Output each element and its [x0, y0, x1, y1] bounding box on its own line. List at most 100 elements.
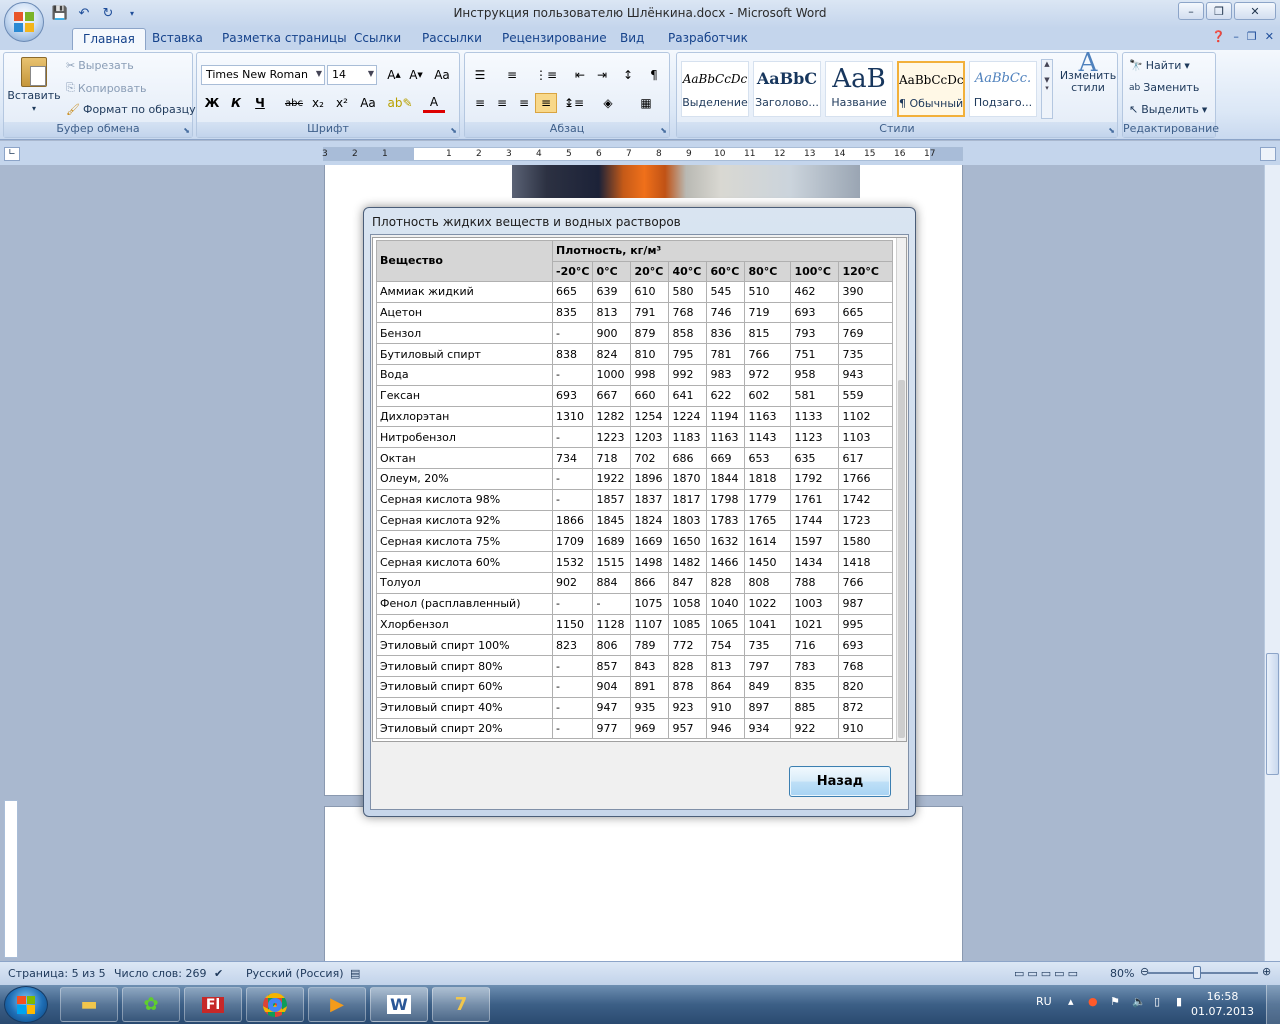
zoom-in-icon[interactable]: ⊕	[1262, 965, 1271, 978]
subscript-button[interactable]: x₂	[307, 93, 329, 113]
numbering-icon[interactable]: ≡	[501, 65, 523, 85]
clipboard-dialog-launcher-icon[interactable]: ⬊	[183, 126, 190, 135]
language-indicator[interactable]: RU	[1036, 995, 1052, 1008]
tab-mailings[interactable]: Рассылки	[422, 31, 482, 45]
increase-indent-icon[interactable]: ⇥	[591, 65, 613, 85]
network-icon[interactable]: ▯	[1154, 995, 1160, 1008]
zoom-slider[interactable]	[1148, 972, 1258, 974]
superscript-button[interactable]: x²	[331, 93, 353, 113]
sort-icon[interactable]: ↕	[617, 65, 639, 85]
word-count[interactable]: Число слов: 269	[114, 967, 207, 980]
start-button[interactable]	[4, 986, 48, 1023]
taskbar-flash[interactable]: Fl	[184, 987, 242, 1022]
pilcrow-icon[interactable]: ¶	[643, 65, 665, 85]
style-normal[interactable]: AaBbCcDc ¶ Обычный	[897, 61, 965, 117]
tab-selector[interactable]: ∟	[4, 147, 20, 161]
doc-minimize-icon[interactable]: –	[1233, 30, 1239, 43]
replace-button[interactable]: ab Заменить	[1129, 81, 1199, 94]
style-title[interactable]: AaB Название	[825, 61, 893, 117]
taskbar-media-player[interactable]: ▶	[308, 987, 366, 1022]
change-case-button[interactable]: Aa	[357, 93, 379, 113]
font-size-field[interactable]: 14 ▼	[327, 65, 377, 85]
maximize-button[interactable]: ❐	[1206, 2, 1232, 20]
document-page-next[interactable]	[324, 806, 963, 961]
horizontal-ruler[interactable]: 3 2 1 1 2 3 4 5 6 7 8 9 10 11 12 13 14 1…	[322, 147, 963, 161]
italic-button[interactable]: К	[225, 93, 247, 113]
close-button[interactable]: ✕	[1234, 2, 1276, 20]
styles-scroll[interactable]: ▲ ▼ ▾	[1041, 59, 1053, 119]
density-table-container[interactable]: Вещество Плотность, кг/м³ -20°C 0°C 20°C 40…	[372, 237, 907, 742]
copy-button[interactable]: ⎘ Копировать	[66, 81, 147, 95]
align-left-icon[interactable]: ≡	[469, 93, 491, 113]
clock[interactable]: 16:58 01.07.2013	[1191, 989, 1254, 1019]
cut-button[interactable]: ✂ Вырезать	[66, 59, 134, 72]
style-emphasis[interactable]: AaBbCcDc Выделение	[681, 61, 749, 117]
font-name-field[interactable]: Times New Roman ▼	[201, 65, 325, 85]
tab-references[interactable]: Ссылки	[354, 31, 401, 45]
help-icon[interactable]: ❓	[1212, 30, 1226, 43]
tab-view[interactable]: Вид	[620, 31, 644, 45]
paragraph-dialog-launcher-icon[interactable]: ⬊	[660, 126, 667, 135]
view-buttons-icon[interactable]: ▭▭▭▭▭	[1014, 967, 1081, 980]
underline-button[interactable]: Ч	[249, 93, 271, 113]
action-center-icon[interactable]: ⚑	[1110, 995, 1120, 1008]
style-heading[interactable]: AaBbC Заголово...	[753, 61, 821, 117]
clear-format-icon[interactable]: Aa	[431, 65, 453, 85]
shading-icon[interactable]: ◈	[597, 93, 619, 113]
font-dialog-launcher-icon[interactable]: ⬊	[450, 126, 457, 135]
doc-close-icon[interactable]: ✕	[1265, 30, 1274, 43]
bold-button[interactable]: Ж	[201, 93, 223, 113]
style-subtitle[interactable]: AaBbCc. Подзаго...	[969, 61, 1037, 117]
tab-review[interactable]: Рецензирование	[502, 31, 607, 45]
taskbar-chrome[interactable]	[246, 987, 304, 1022]
taskbar-app[interactable]: 7	[432, 987, 490, 1022]
shrink-font-icon[interactable]: A ▼	[405, 65, 427, 85]
language[interactable]: Русский (Россия)	[246, 967, 344, 980]
zoom-slider-thumb[interactable]	[1193, 966, 1201, 979]
zoom-level[interactable]: 80%	[1110, 967, 1134, 980]
paste-button[interactable]: Вставить ▾	[7, 57, 61, 113]
strikethrough-button[interactable]: abc	[283, 93, 305, 113]
font-color-icon[interactable]: A	[423, 93, 445, 113]
change-styles-button[interactable]: A Изменить стили	[1060, 50, 1116, 94]
align-center-icon[interactable]: ≡	[491, 93, 513, 113]
justify-icon[interactable]: ≡	[535, 93, 557, 113]
office-button[interactable]	[4, 2, 44, 42]
vertical-scrollbar[interactable]	[1264, 165, 1280, 961]
styles-dialog-launcher-icon[interactable]: ⬊	[1108, 126, 1115, 135]
show-desktop-button[interactable]	[1266, 985, 1280, 1024]
page-count[interactable]: Страница: 5 из 5	[8, 967, 106, 980]
decrease-indent-icon[interactable]: ⇤	[569, 65, 591, 85]
taskbar-explorer[interactable]: ▬	[60, 987, 118, 1022]
align-right-icon[interactable]: ≡	[513, 93, 535, 113]
back-button[interactable]: Назад	[789, 766, 891, 797]
tab-home[interactable]: Главная	[72, 28, 146, 50]
view-ruler-button[interactable]	[1260, 147, 1276, 161]
power-icon[interactable]: ▮	[1176, 995, 1182, 1008]
grow-font-icon[interactable]: A ▲	[383, 65, 405, 85]
bullets-icon[interactable]: ☰	[469, 65, 491, 85]
density-cell: 653	[744, 447, 792, 469]
borders-icon[interactable]: ▦	[635, 93, 657, 113]
multilevel-list-icon[interactable]: ⋮≡	[535, 65, 557, 85]
tray-app-icon[interactable]: ●	[1088, 995, 1098, 1008]
tab-developer[interactable]: Разработчик	[668, 31, 748, 45]
tab-insert[interactable]: Вставка	[152, 31, 203, 45]
scrollbar-thumb[interactable]	[1266, 653, 1279, 775]
tray-arrow-icon[interactable]: ▴	[1068, 995, 1074, 1008]
tab-page-layout[interactable]: Разметка страницы	[222, 31, 347, 45]
taskbar-icq[interactable]: ✿	[122, 987, 180, 1022]
line-spacing-icon[interactable]: ↨≡	[563, 93, 585, 113]
table-scrollbar-thumb[interactable]	[898, 380, 905, 738]
proofing-icon[interactable]: ✔	[214, 967, 223, 980]
format-painter-button[interactable]: 🖌 Формат по образцу	[66, 103, 196, 116]
minimize-button[interactable]: –	[1178, 2, 1204, 20]
macro-icon[interactable]: ▤	[350, 967, 360, 980]
highlight-icon[interactable]: ab✎	[387, 93, 412, 113]
doc-restore-icon[interactable]: ❐	[1247, 30, 1257, 43]
table-scrollbar[interactable]	[896, 238, 906, 741]
find-button[interactable]: 🔭 Найти ▼	[1129, 59, 1190, 72]
volume-icon[interactable]: 🔈	[1132, 995, 1146, 1008]
taskbar-word[interactable]: W	[370, 987, 428, 1022]
select-button[interactable]: ↖ Выделить ▼	[1129, 103, 1207, 116]
